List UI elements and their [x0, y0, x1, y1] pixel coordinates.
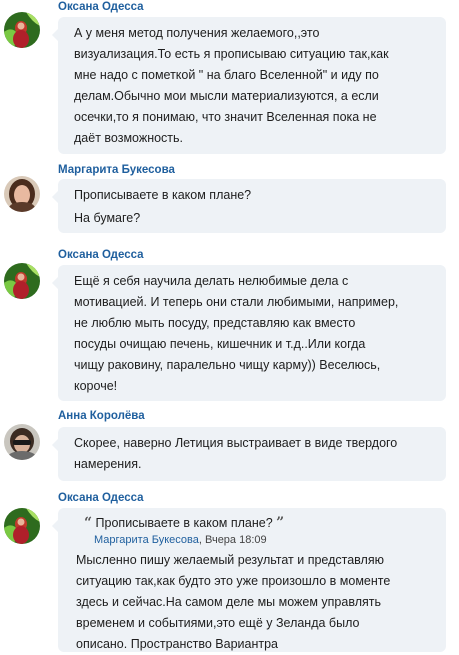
message-text-line: мотивацией. И теперь они стали любимыми,… — [74, 295, 399, 309]
message-author[interactable]: Анна Королёва — [58, 409, 145, 423]
message-text-line: Прописываете в каком плане? — [74, 188, 252, 202]
message-author[interactable]: Оксана Одесса — [58, 248, 144, 262]
message-text-line: Ещё я себя научила делать нелюбимые дела… — [74, 274, 349, 288]
quote-text: Прописываете в каком плане? — [95, 516, 273, 530]
message-text-line: даёт возможность. — [74, 131, 184, 145]
message-author[interactable]: Оксана Одесса — [58, 0, 144, 14]
message-text-line: Скорее, наверно Летиция выстраивает в ви… — [74, 436, 398, 450]
message-text-line: посуды очищаю печень, кишечник и т.д..Ил… — [74, 337, 366, 351]
message-text-line: мне надо с пометкой " на благо Вселенной… — [74, 68, 379, 82]
message-bubble: Скорее, наверно Летиция выстраивает в ви… — [52, 427, 446, 481]
message-text-line: делам.Обычно мои мысли материализуются, … — [74, 89, 379, 103]
message-text-line: визуализация.То есть я прописываю ситуац… — [74, 47, 389, 61]
quote-time: , Вчера 18:09 — [198, 534, 267, 546]
message-author[interactable]: Маргарита Букесова — [58, 163, 175, 177]
message-bubble: Прописываете в каком плане? На бумаге? — [52, 179, 446, 233]
avatar[interactable] — [4, 176, 40, 212]
message-text-line: Мысленно пишу желаемый результат и предс… — [76, 553, 384, 567]
message-text-line: намерения. — [74, 457, 142, 471]
quote-block: “ Прописываете в каком плане? ” Маргарит… — [76, 514, 436, 548]
message-text-line: ситуацию так,как будто это уже произошло… — [76, 574, 391, 588]
message-text-line: временем и событиями,это ещё у Зеланда б… — [76, 616, 360, 630]
message-text-line: А у меня метод получения желаемого,,это — [74, 26, 320, 40]
message-bubble: “ Прописываете в каком плане? ” Маргарит… — [52, 508, 446, 652]
message-text-line: здесь и сейчас.На самом деле мы можем уп… — [76, 595, 381, 609]
close-quote-icon: ” — [276, 515, 285, 531]
avatar[interactable] — [4, 12, 40, 48]
message-text-line: На бумаге? — [74, 211, 141, 225]
message-text-line: не люблю мыть посуду, представляю как вм… — [74, 316, 356, 330]
message-bubble: А у меня метод получения желаемого,,это … — [52, 17, 446, 154]
quote-meta: Маргарита Букесова, Вчера 18:09 — [84, 533, 436, 548]
avatar[interactable] — [4, 263, 40, 299]
message-text-line: осечки,то я понимаю, что значит Вселенна… — [74, 110, 377, 124]
message-bubble: Ещё я себя научила делать нелюбимые дела… — [52, 265, 446, 401]
message-text-line: короче! — [74, 379, 118, 393]
quote-text-row: “ Прописываете в каком плане? ” — [84, 514, 436, 533]
quote-author[interactable]: Маргарита Букесова — [94, 534, 199, 546]
open-quote-icon: “ — [84, 515, 93, 531]
avatar[interactable] — [4, 508, 40, 544]
message-author[interactable]: Оксана Одесса — [58, 491, 144, 505]
message-text-line: чищу раковину, паралельно чищу карму)) В… — [74, 358, 381, 372]
avatar[interactable] — [4, 424, 40, 460]
